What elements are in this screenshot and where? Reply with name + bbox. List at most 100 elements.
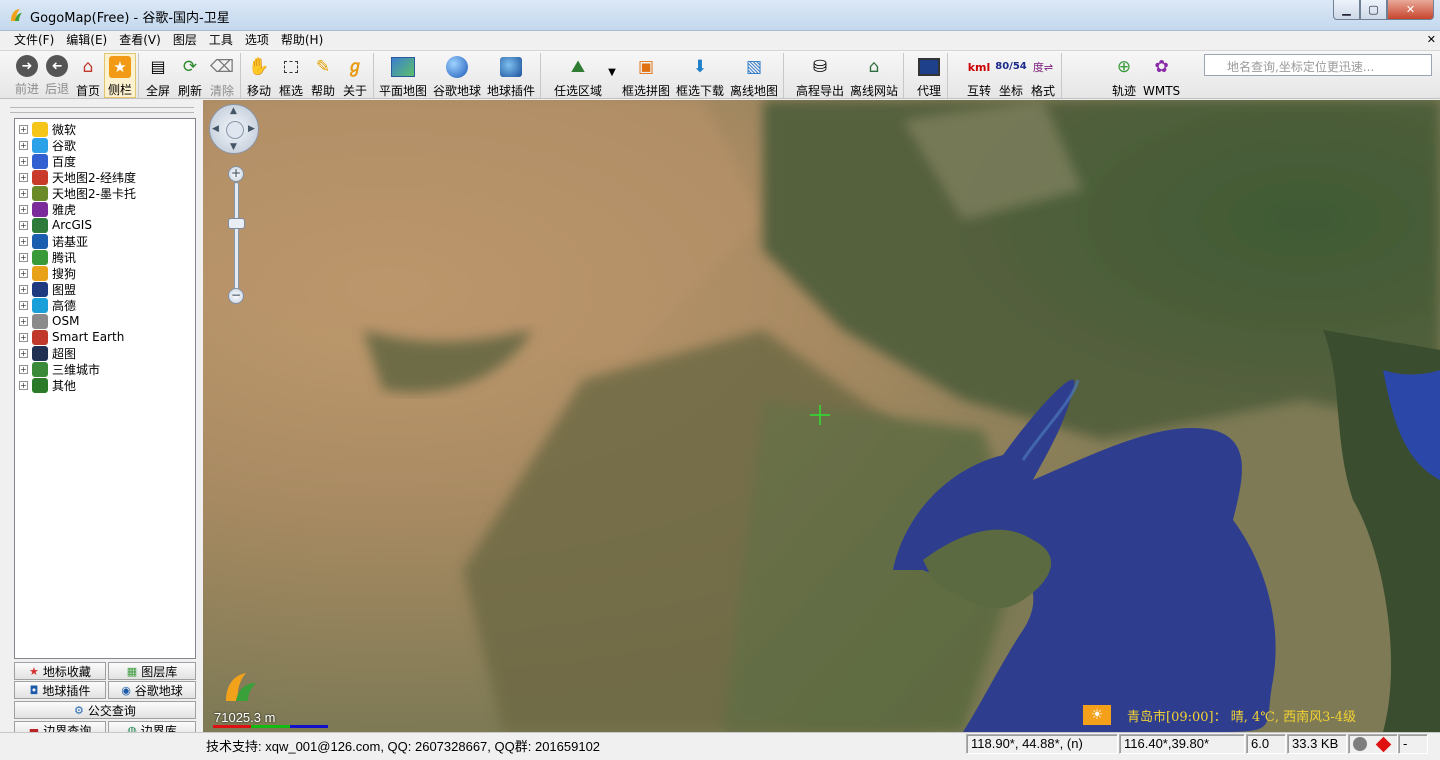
about-button[interactable]: ℊ 关于 xyxy=(339,53,371,98)
expand-icon[interactable]: + xyxy=(19,300,28,310)
tree-item[interactable]: + 雅虎 xyxy=(15,201,195,217)
sidebar-grip[interactable] xyxy=(10,107,194,113)
flat-map-button[interactable]: 平面地图 xyxy=(376,53,430,98)
tab-earth-plugin[interactable]: ◘ 地球插件 xyxy=(14,681,106,699)
menu-tools[interactable]: 工具 xyxy=(203,31,239,50)
coordinate-button[interactable]: 80/54 坐标 xyxy=(995,53,1027,98)
tree-item[interactable]: + 搜狗 xyxy=(15,265,195,281)
region-dropdown[interactable]: ▼ xyxy=(605,53,619,98)
expand-icon[interactable]: + xyxy=(19,268,28,278)
close-button[interactable]: ✕ xyxy=(1387,0,1434,20)
map-scale-label: 71025.3 m xyxy=(214,710,276,725)
expand-icon[interactable]: + xyxy=(19,332,28,342)
tree-item[interactable]: + 图盟 xyxy=(15,281,195,297)
map-navigation-control: ▲ ▼ ◀ ▶ + − xyxy=(209,104,259,310)
tree-item[interactable]: + 其他 xyxy=(15,377,195,393)
stitch-icon: ▣ xyxy=(637,56,655,77)
tree-item[interactable]: + 诺基亚 xyxy=(15,233,195,249)
expand-icon[interactable]: + xyxy=(19,188,28,198)
pan-control[interactable]: ▲ ▼ ◀ ▶ xyxy=(209,104,259,154)
google-earth-button[interactable]: 谷歌地球 xyxy=(430,53,484,98)
expand-icon[interactable]: + xyxy=(19,124,28,134)
track-button[interactable]: ⊕ 轨迹 xyxy=(1108,53,1140,98)
menu-help[interactable]: 帮助(H) xyxy=(275,31,329,50)
tree-item[interactable]: + 谷歌 xyxy=(15,137,195,153)
menu-edit[interactable]: 编辑(E) xyxy=(60,31,113,50)
minimize-button[interactable]: ▁ xyxy=(1333,0,1360,20)
expand-icon[interactable]: + xyxy=(19,380,28,390)
stitch-button[interactable]: ▣ 框选拼图 xyxy=(619,53,673,98)
tab-landmarks[interactable]: ★ 地标收藏 xyxy=(14,662,106,680)
expand-icon[interactable]: + xyxy=(19,140,28,150)
expand-icon[interactable]: + xyxy=(19,204,28,214)
help-button[interactable]: ✎ 帮助 xyxy=(307,53,339,98)
tree-item[interactable]: + 微软 xyxy=(15,121,195,137)
zoom-out-button[interactable]: − xyxy=(228,288,244,304)
menu-close-icon[interactable]: ✕ xyxy=(1427,33,1436,46)
kml-xls-convert-button[interactable]: kml 互转 xyxy=(963,53,995,98)
tree-item-label: 微软 xyxy=(52,122,77,137)
tree-item[interactable]: + 百度 xyxy=(15,153,195,169)
tree-item[interactable]: + 天地图2-墨卡托 xyxy=(15,185,195,201)
wmts-button[interactable]: ✿ WMTS xyxy=(1140,53,1183,98)
tree-item-label: 腾讯 xyxy=(52,250,77,265)
expand-icon[interactable]: + xyxy=(19,364,28,374)
maximize-button[interactable]: ▢ xyxy=(1360,0,1387,20)
elevation-export-button[interactable]: ⛁ 高程导出 xyxy=(793,53,847,98)
home-icon: ⌂ xyxy=(82,56,94,77)
select-region-button[interactable]: ⛰ 任选区域 xyxy=(551,53,605,98)
wmts-icon: ✿ xyxy=(1154,56,1169,77)
zoom-in-button[interactable]: + xyxy=(228,166,244,182)
place-search-input[interactable]: 地名查询,坐标定位更迅速... xyxy=(1204,54,1432,76)
sidebar-button[interactable]: ★ 侧栏 xyxy=(104,53,137,98)
clear-button[interactable]: ⌫ 清除 xyxy=(206,53,238,98)
zoom-slider[interactable] xyxy=(234,182,239,294)
offline-site-button[interactable]: ⌂ 离线网站 xyxy=(847,53,901,98)
earth-plugin-icon xyxy=(498,55,524,79)
refresh-button[interactable]: ⟳ 刷新 xyxy=(174,53,206,98)
expand-icon[interactable]: + xyxy=(19,252,28,262)
tree-item[interactable]: + 腾讯 xyxy=(15,249,195,265)
sun-icon: ☀ xyxy=(1083,705,1111,725)
tree-item-label: 天地图2-墨卡托 xyxy=(52,186,136,201)
menu-options[interactable]: 选项 xyxy=(239,31,275,50)
tree-item[interactable]: + ArcGIS xyxy=(15,217,195,233)
tianditu-icon xyxy=(32,169,48,185)
box-download-button[interactable]: ⬇ 框选下载 xyxy=(673,53,727,98)
expand-icon[interactable]: + xyxy=(19,284,28,294)
format-button[interactable]: 度⇌ 格式 xyxy=(1027,53,1059,98)
expand-icon[interactable]: + xyxy=(19,220,28,230)
tab-layer-library[interactable]: ▦ 图层库 xyxy=(108,662,196,680)
tree-item[interactable]: + OSM xyxy=(15,313,195,329)
toolbar-group-proxy: 代理 xyxy=(913,53,948,98)
back-button[interactable]: ➜ 后退 xyxy=(42,53,72,98)
home-button[interactable]: ⌂ 首页 xyxy=(72,53,104,98)
tree-item[interactable]: + 超图 xyxy=(15,345,195,361)
fullscreen-button[interactable]: ▤ 全屏 xyxy=(142,53,174,98)
tree-item[interactable]: + Smart Earth xyxy=(15,329,195,345)
offline-map-button[interactable]: ▧ 离线地图 xyxy=(727,53,781,98)
menu-view[interactable]: 查看(V) xyxy=(113,31,167,50)
tree-item-label: 谷歌 xyxy=(52,138,77,153)
satellite-map-view[interactable]: ▲ ▼ ◀ ▶ + − 71025.3 m ☀ 青岛市[09:00]： 晴, 4… xyxy=(203,100,1440,732)
tree-item[interactable]: + 高德 xyxy=(15,297,195,313)
box-select-button[interactable]: 框选 xyxy=(275,53,307,98)
toolbar-group-extra: ⊕ 轨迹 ✿ WMTS xyxy=(1108,53,1185,98)
expand-icon[interactable]: + xyxy=(19,156,28,166)
title-bar: GogoMap(Free) - 谷歌-国内-卫星 ▁ ▢ ✕ xyxy=(0,0,1440,31)
tab-google-earth[interactable]: ◉ 谷歌地球 xyxy=(108,681,196,699)
expand-icon[interactable]: + xyxy=(19,236,28,246)
tree-item[interactable]: + 天地图2-经纬度 xyxy=(15,169,195,185)
menu-layers[interactable]: 图层 xyxy=(167,31,203,50)
menu-file[interactable]: 文件(F) xyxy=(8,31,60,50)
proxy-button[interactable]: 代理 xyxy=(913,53,945,98)
expand-icon[interactable]: + xyxy=(19,316,28,326)
forward-button[interactable]: ➜ 前进 xyxy=(12,53,42,98)
expand-icon[interactable]: + xyxy=(19,172,28,182)
tree-item[interactable]: + 三维城市 xyxy=(15,361,195,377)
move-button[interactable]: ✋ 移动 xyxy=(243,53,275,98)
tab-bus-query[interactable]: ⚙ 公交查询 xyxy=(14,701,196,719)
zoom-slider-thumb[interactable] xyxy=(228,218,245,229)
earth-plugin-button[interactable]: 地球插件 xyxy=(484,53,538,98)
expand-icon[interactable]: + xyxy=(19,348,28,358)
